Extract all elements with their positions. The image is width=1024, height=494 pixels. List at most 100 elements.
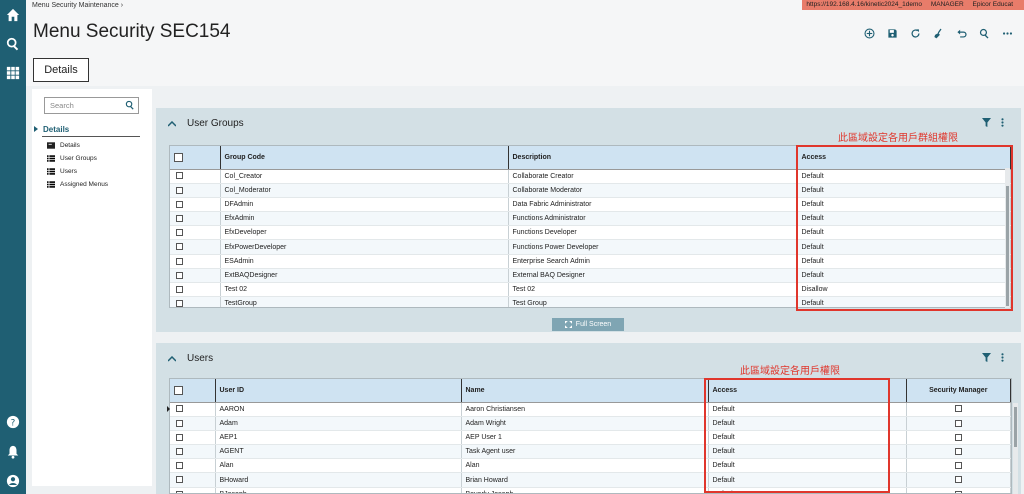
description-cell[interactable]: Functions Power Developer bbox=[508, 239, 798, 255]
name-cell[interactable]: Beverly Joseph bbox=[461, 487, 709, 493]
row-select-cell[interactable] bbox=[170, 282, 221, 298]
description-cell[interactable]: Data Fabric Administrator bbox=[508, 197, 798, 213]
chevron-up-icon[interactable] bbox=[168, 356, 176, 362]
description-cell[interactable]: External BAQ Designer bbox=[508, 268, 798, 284]
row-select-cell[interactable] bbox=[170, 254, 221, 269]
row-select-cell[interactable] bbox=[170, 183, 221, 198]
description-cell[interactable]: Functions Administrator bbox=[508, 211, 798, 227]
user-id-cell[interactable]: Alan bbox=[215, 458, 462, 474]
row-checkbox[interactable] bbox=[176, 285, 183, 293]
undo-icon[interactable] bbox=[954, 26, 968, 40]
row-select-cell[interactable] bbox=[170, 268, 221, 284]
group-code-cell[interactable]: Col_Creator bbox=[220, 169, 509, 184]
security-manager-cell[interactable] bbox=[906, 472, 1011, 488]
column-header[interactable]: Security Manager bbox=[906, 379, 1011, 403]
row-select-cell[interactable] bbox=[170, 402, 216, 417]
user-id-cell[interactable]: AGENT bbox=[215, 444, 462, 460]
row-checkbox[interactable] bbox=[176, 200, 183, 208]
user-id-cell[interactable]: BJoseph bbox=[215, 487, 462, 493]
security-manager-checkbox[interactable] bbox=[954, 476, 962, 484]
group-code-cell[interactable]: Col_Moderator bbox=[220, 183, 509, 198]
security-manager-cell[interactable] bbox=[906, 416, 1011, 431]
select-all-header[interactable] bbox=[170, 146, 221, 170]
group-code-cell[interactable]: DFAdmin bbox=[220, 197, 509, 213]
nav-section-details[interactable]: Details bbox=[34, 125, 69, 134]
row-select-cell[interactable] bbox=[170, 444, 216, 460]
row-checkbox[interactable] bbox=[176, 271, 183, 279]
user-id-cell[interactable]: BHoward bbox=[215, 472, 462, 488]
description-cell[interactable]: Functions Developer bbox=[508, 225, 798, 241]
users-scrollbar[interactable] bbox=[1013, 403, 1018, 494]
security-manager-checkbox[interactable] bbox=[954, 433, 962, 441]
group-code-cell[interactable]: ESAdmin bbox=[220, 254, 509, 269]
more-vertical-icon[interactable] bbox=[998, 118, 1007, 127]
breadcrumb[interactable]: Menu Security Maintenance › bbox=[32, 2, 123, 9]
security-manager-cell[interactable] bbox=[906, 402, 1011, 417]
group-code-cell[interactable]: TestGroup bbox=[220, 296, 509, 307]
row-checkbox[interactable] bbox=[176, 476, 183, 484]
name-cell[interactable]: Task Agent user bbox=[461, 444, 709, 460]
help-icon[interactable]: ? bbox=[4, 413, 22, 431]
description-cell[interactable]: Collaborate Moderator bbox=[508, 183, 798, 198]
nav-item-assigned-menus[interactable]: Assigned Menus bbox=[47, 181, 108, 188]
notification-bell-icon[interactable] bbox=[4, 443, 22, 461]
column-header[interactable]: Group Code bbox=[220, 146, 509, 170]
row-select-cell[interactable] bbox=[170, 211, 221, 227]
row-checkbox[interactable] bbox=[176, 186, 183, 194]
column-header[interactable]: User ID bbox=[215, 379, 462, 403]
full-screen-button[interactable]: Full Screen bbox=[552, 318, 624, 331]
select-all-checkbox[interactable] bbox=[174, 385, 183, 395]
select-all-header[interactable] bbox=[170, 379, 216, 403]
row-select-cell[interactable] bbox=[170, 225, 221, 241]
user-id-cell[interactable]: AEP1 bbox=[215, 430, 462, 446]
column-header[interactable]: Name bbox=[461, 379, 709, 403]
security-manager-cell[interactable] bbox=[906, 458, 1011, 474]
row-checkbox[interactable] bbox=[176, 462, 183, 470]
save-icon[interactable] bbox=[885, 26, 899, 40]
filter-icon[interactable] bbox=[982, 118, 991, 127]
row-checkbox[interactable] bbox=[176, 214, 183, 222]
name-cell[interactable]: Alan bbox=[461, 458, 709, 474]
group-code-cell[interactable]: Test 02 bbox=[220, 282, 509, 298]
row-checkbox[interactable] bbox=[176, 243, 183, 251]
security-manager-checkbox[interactable] bbox=[954, 447, 962, 455]
security-manager-checkbox[interactable] bbox=[954, 405, 962, 413]
row-checkbox[interactable] bbox=[176, 433, 183, 441]
apps-grid-icon[interactable] bbox=[4, 64, 22, 82]
description-cell[interactable]: Enterprise Search Admin bbox=[508, 254, 798, 269]
description-cell[interactable]: Test 02 bbox=[508, 282, 798, 298]
group-code-cell[interactable]: EfxAdmin bbox=[220, 211, 509, 227]
row-checkbox[interactable] bbox=[176, 257, 183, 265]
security-manager-cell[interactable] bbox=[906, 444, 1011, 460]
column-header[interactable]: Description bbox=[508, 146, 798, 170]
row-checkbox[interactable] bbox=[176, 419, 183, 427]
row-select-cell[interactable] bbox=[170, 430, 216, 446]
find-icon[interactable] bbox=[977, 26, 991, 40]
search-icon[interactable] bbox=[125, 100, 135, 110]
home-icon[interactable] bbox=[4, 6, 22, 24]
row-select-cell[interactable] bbox=[170, 169, 221, 184]
row-select-cell[interactable] bbox=[170, 416, 216, 431]
nav-search-input[interactable]: Search bbox=[44, 97, 139, 114]
nav-item-user-groups[interactable]: User Groups bbox=[47, 155, 97, 162]
user-id-cell[interactable]: AARON bbox=[215, 402, 462, 417]
name-cell[interactable]: AEP User 1 bbox=[461, 430, 709, 446]
tab-details[interactable]: Details bbox=[33, 58, 89, 82]
row-select-cell[interactable] bbox=[170, 472, 216, 488]
security-manager-cell[interactable] bbox=[906, 430, 1011, 446]
more-vertical-icon[interactable] bbox=[998, 353, 1007, 362]
group-code-cell[interactable]: ExtBAQDesigner bbox=[220, 268, 509, 284]
security-manager-checkbox[interactable] bbox=[954, 419, 962, 427]
user-account-icon[interactable] bbox=[4, 472, 22, 490]
name-cell[interactable]: Brian Howard bbox=[461, 472, 709, 488]
row-select-cell[interactable] bbox=[170, 296, 221, 307]
filter-icon[interactable] bbox=[982, 353, 991, 362]
row-select-cell[interactable] bbox=[170, 239, 221, 255]
breadcrumb-link[interactable]: Menu Security Maintenance bbox=[32, 2, 119, 9]
group-code-cell[interactable]: EfxPowerDeveloper bbox=[220, 239, 509, 255]
row-checkbox[interactable] bbox=[176, 490, 183, 493]
security-manager-cell[interactable] bbox=[906, 487, 1011, 493]
user-id-cell[interactable]: Adam bbox=[215, 416, 462, 431]
search-icon[interactable] bbox=[4, 35, 22, 53]
row-checkbox[interactable] bbox=[176, 447, 183, 455]
